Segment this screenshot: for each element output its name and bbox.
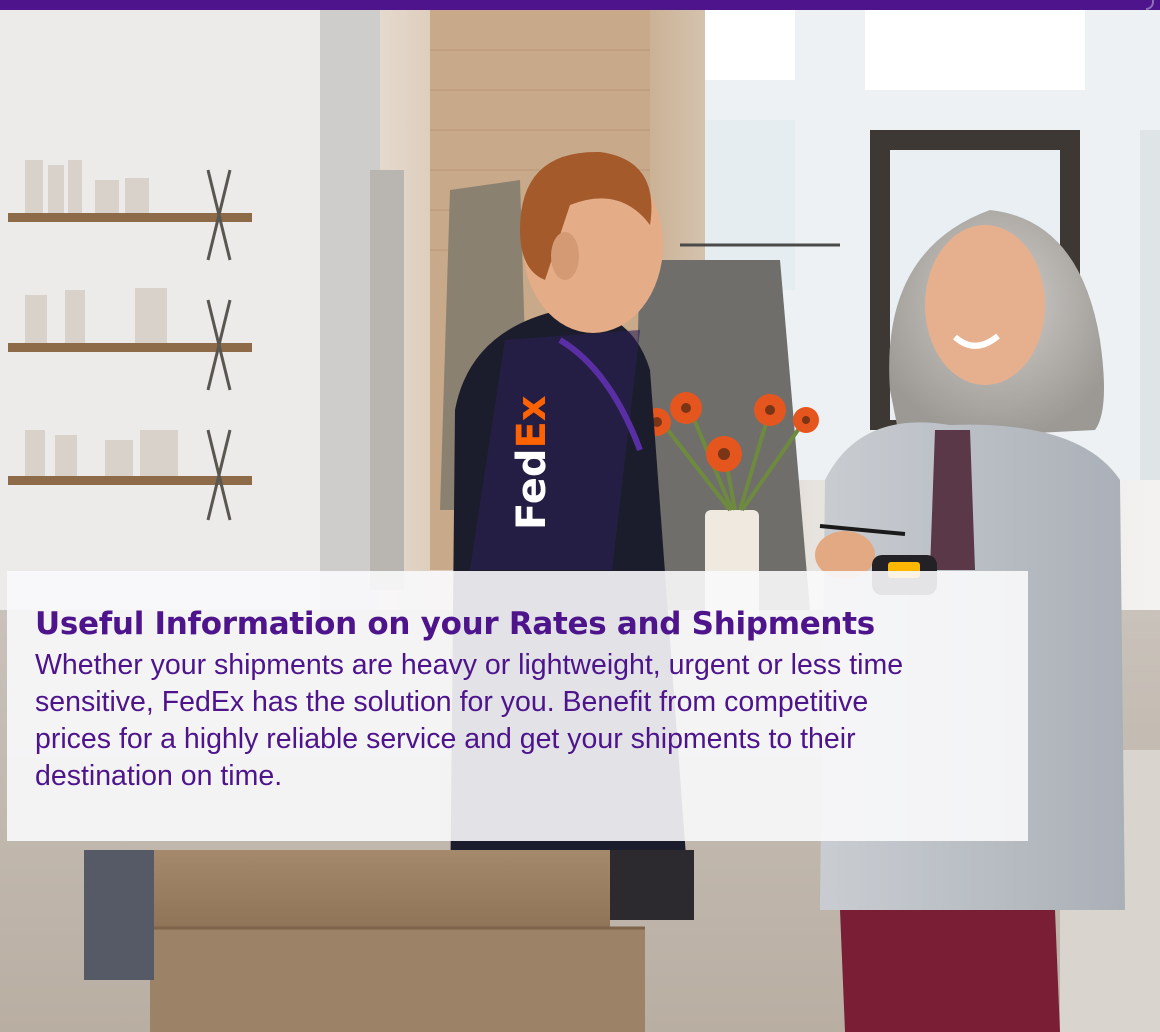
info-card-title: Useful Information on your Rates and Shi… [35, 606, 875, 642]
top-bar-corner-accent [1146, 0, 1154, 10]
info-card-body: Whether your shipments are heavy or ligh… [35, 649, 904, 792]
hero-image: FedEx [0, 10, 1160, 1032]
top-brand-bar [0, 0, 1160, 10]
page: FedEx Useful Information on your Rates a… [0, 0, 1160, 1032]
courier-uniform-logo-text: FedEx [509, 395, 555, 530]
info-card: Useful Information on your Rates and Shi… [7, 571, 1028, 841]
